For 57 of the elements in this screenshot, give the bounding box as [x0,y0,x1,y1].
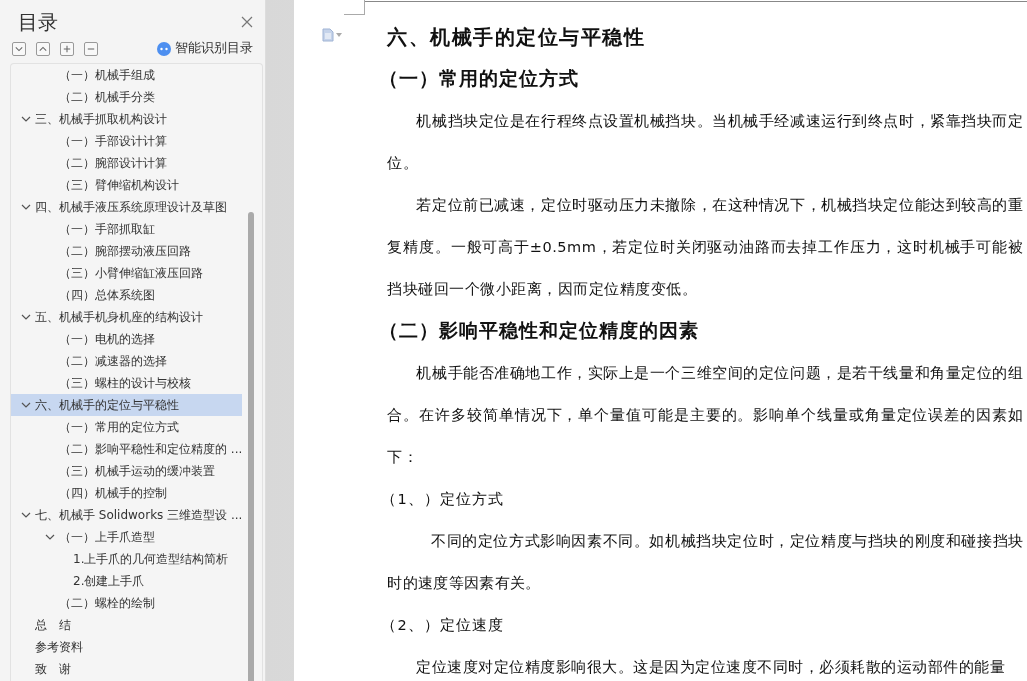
outline-item[interactable]: （一）上手爪造型 [11,526,243,548]
outline-item[interactable]: （二）影响平稳性和定位精度的 ... [11,438,243,460]
outline-item[interactable]: （三）螺柱的设计与校核 [11,372,243,394]
caret-icon[interactable] [336,33,343,37]
outline-item[interactable]: 1.上手爪的几何造型结构简析 [11,548,243,570]
outline-item[interactable]: 四、机械手液压系统原理设计及草图 [11,196,243,218]
outline-item[interactable]: 2.创建上手爪 [11,570,243,592]
collapse-level-button[interactable] [84,41,98,56]
list-item-label: （2、）定位速度 [381,617,504,633]
expand-level-button[interactable] [60,41,74,56]
outline-item[interactable]: 五、机械手机身机座的结构设计 [11,306,243,328]
robot-face-icon [157,41,172,56]
outline-item[interactable]: 三、机械手抓取机构设计 [11,108,243,130]
paragraph: 不同的定位方式影响因素不同。如机械挡块定位时，定位精度与挡块的刚度和碰接挡块时的速度等因素有关。 [387,532,1024,593]
outline-item[interactable]: （一）常用的定位方式 [11,416,243,438]
close-icon[interactable] [241,16,254,28]
paragraph: 机械手能否准确地工作，实际上是一个三维空间的定位问题，是若干线量和角量定位的组合。在许多较简单情况下，单个量值可能是主要的。影响单个线量或角量定位误差的因素如下： [387,364,1024,467]
chevron-down-icon[interactable] [21,400,31,410]
smart-toc-button[interactable]: 智能识别目录 [157,40,254,57]
outline-item[interactable]: （四）总体系统图 [11,284,243,306]
outline-item[interactable]: （二）腕部摆动液压回路 [11,240,243,262]
chevron-up-icon [39,44,47,53]
outline-item[interactable]: 总 结 [11,614,243,636]
outline-item[interactable]: （一）手部抓取缸 [11,218,243,240]
heading: 六、机械手的定位与平稳性 [387,23,646,51]
outline-item[interactable]: （三）机械手运动的缓冲装置 [11,460,243,482]
subheading: （一）常用的定位方式 [379,66,580,91]
outline-item[interactable]: （一）手部设计计算 [11,130,243,152]
panel-title: 目录 [18,8,58,36]
outline-item[interactable]: （二）机械手分类 [11,86,243,108]
chevron-down-icon[interactable] [21,114,31,124]
outline-item[interactable]: 致 谢 [11,658,243,680]
paragraph: 若定位前已减速，定位时驱动压力未撤除，在这种情况下，机械挡块定位能达到较高的重复精度。一般可高于±0.5mm，若定位时关闭驱动油路而去掉工作压力，这时机械手可能被挡块碰回一个微小距离，因而定位精度变低。 [387,196,1024,299]
collapse-all-button[interactable] [36,41,50,56]
plus-icon [63,44,71,53]
outline-item[interactable]: （二）腕部设计计算 [11,152,243,174]
subheading: （二）影响平稳性和定位精度的因素 [379,318,700,343]
outline-item[interactable]: （一）机械手组成 [11,64,243,86]
chevron-down-icon [15,44,23,53]
outline-item[interactable]: 参考资料 [11,636,243,658]
outline-item[interactable]: （二）螺栓的绘制 [11,592,243,614]
chevron-down-icon[interactable] [21,312,31,322]
outline-item[interactable]: （二）减速器的选择 [11,350,243,372]
expand-all-button[interactable] [12,41,26,56]
list-item-label: （1、）定位方式 [381,491,504,507]
outline-item[interactable]: （四）机械手的控制 [11,482,243,504]
paragraph: 定位速度对定位精度影响很大。这是因为定位速度不同时，必须耗散的运动部件的能量 [415,658,1007,677]
outline-item[interactable]: （三）小臂伸缩缸液压回路 [11,262,243,284]
chevron-down-icon[interactable] [21,202,31,212]
outline-item[interactable]: 七、机械手 Solidworks 三维造型设 ... [11,504,243,526]
outline-item[interactable]: 六、机械手的定位与平稳性 [11,394,243,416]
paragraph: 机械挡块定位是在行程终点设置机械挡块。当机械手经减速运行到终点时，紧靠挡块而定位。 [387,112,1024,173]
chevron-down-icon[interactable] [21,510,31,520]
outline-item[interactable]: （三）臂伸缩机构设计 [11,174,243,196]
scrollbar[interactable] [248,212,255,681]
outline-item[interactable]: （一）电机的选择 [11,328,243,350]
chevron-down-icon[interactable] [45,532,55,542]
